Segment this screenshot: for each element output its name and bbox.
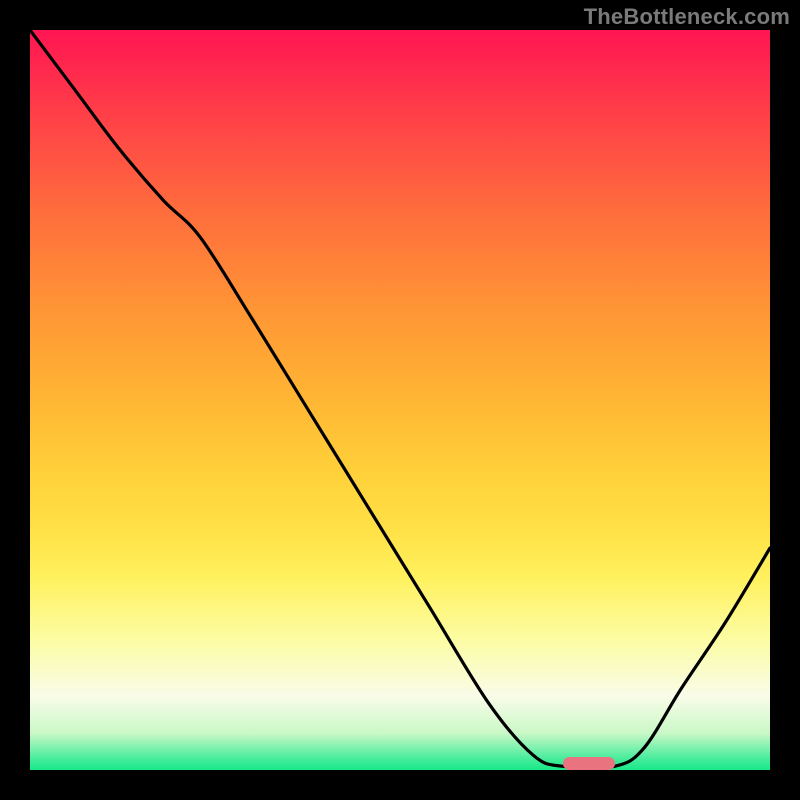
chart-frame: TheBottleneck.com <box>0 0 800 800</box>
watermark-text: TheBottleneck.com <box>584 4 790 30</box>
plot-area <box>30 30 770 770</box>
bottleneck-curve <box>30 30 770 770</box>
optimal-range-marker <box>563 757 615 770</box>
